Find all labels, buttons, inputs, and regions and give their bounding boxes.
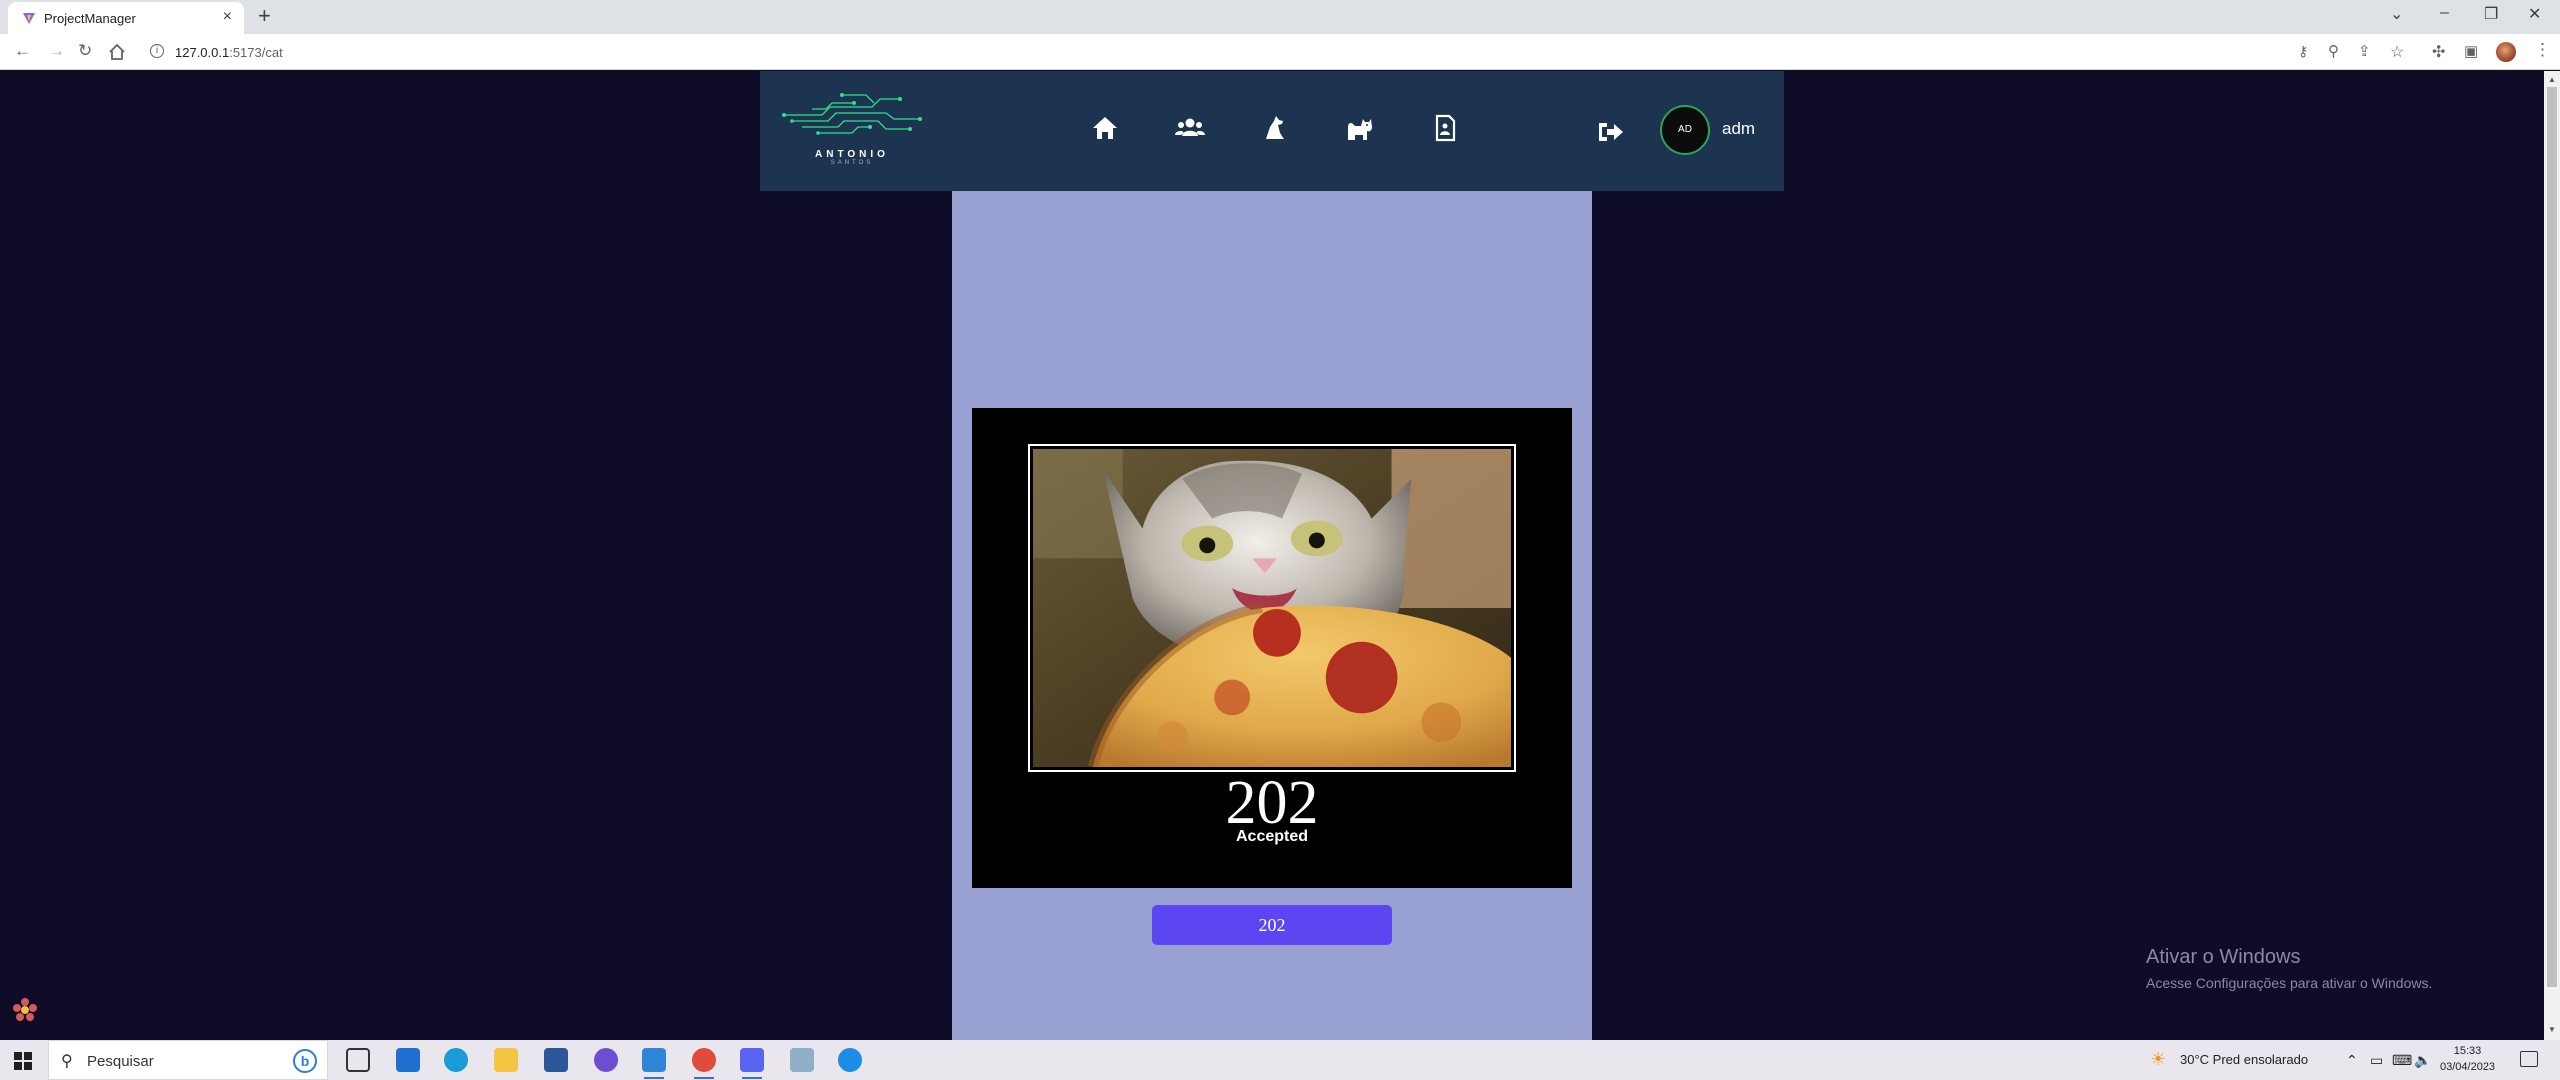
copilot-icon[interactable] [594,1048,618,1072]
side-panel-icon[interactable]: ▣ [2464,42,2478,60]
logout-icon[interactable] [1595,117,1625,147]
volume-icon[interactable]: 🔈 [2414,1052,2431,1069]
back-icon[interactable]: ← [14,41,31,61]
app-icon-2[interactable] [838,1048,862,1072]
clock-time: 15:33 [2453,1045,2482,1057]
app-icon[interactable] [790,1048,814,1072]
status-code-button[interactable]: 202 [1152,905,1392,945]
scroll-down-icon[interactable]: ▼ [2548,1025,2556,1034]
circuit-logo[interactable] [782,89,922,145]
nav-users-icon[interactable] [1175,113,1205,143]
nav-dog-icon[interactable] [1260,113,1290,143]
vscode-icon[interactable] [642,1048,666,1079]
page-scrollbar[interactable]: ▲ ▼ [2544,71,2560,1040]
react-devtools-icon[interactable] [12,997,38,1023]
weather-text[interactable]: 30°C Pred ensolarado [2180,1052,2308,1067]
bookmark-star-icon[interactable]: ☆ [2390,42,2404,62]
discord-icon[interactable] [740,1048,764,1079]
search-icon: ⚲ [61,1053,73,1070]
extensions-icon[interactable]: ✣ [2432,42,2445,62]
file-explorer-icon[interactable] [494,1048,518,1072]
close-window-button[interactable]: ✕ [2528,4,2541,24]
home-browser-icon[interactable] [108,43,126,61]
browser-menu-icon[interactable]: ⋮ [2534,40,2551,60]
windows-start-icon[interactable] [14,1052,32,1070]
store-icon[interactable] [544,1048,568,1072]
logo-text: ANTONIO [815,149,889,160]
site-info-icon[interactable]: i [150,44,164,58]
cat-image [1028,444,1516,772]
edge-icon[interactable] [444,1048,468,1072]
bing-icon[interactable]: b [293,1049,317,1073]
minimize-button[interactable]: – [2440,4,2449,22]
battery-icon[interactable]: ▭ [2370,1052,2383,1069]
network-icon[interactable]: ⌨ [2392,1052,2412,1069]
scroll-up-icon[interactable]: ▲ [2548,75,2556,84]
user-avatar[interactable]: AD [1660,105,1710,155]
content-panel: 202 Accepted 202 [952,191,1592,1040]
new-tab-button[interactable]: + [258,3,271,29]
weather-icon[interactable]: ☀ [2150,1049,2166,1070]
nav-report-icon[interactable] [1430,113,1460,143]
logo-subtext: SANTOS [830,160,874,166]
tab-title: ProjectManager [44,11,136,26]
taskbar-search[interactable]: ⚲ Pesquisar b [48,1040,328,1080]
browser-toolbar: ← → ↻ i 127.0.0.1:5173/cat ⚷ ⚲ ⇪ ☆ ✣ ▣ ⋮ [0,34,2560,70]
tab-close-icon[interactable]: × [223,8,232,26]
username-label: adm [1722,119,1756,138]
task-view-icon[interactable] [346,1048,370,1072]
nav-home-icon[interactable] [1090,113,1120,143]
vite-icon [23,13,35,24]
page: ANTONIO SANTOS AD adm 202 Accepted 202 A… [0,71,2560,1040]
navbar: ANTONIO SANTOS AD adm [760,71,1784,191]
browser-tab-bar: ProjectManager × + ⌄ – ❐ ✕ [0,0,2560,34]
clock[interactable]: 15:33 03/04/2023 [2440,1043,2495,1075]
address-bar[interactable]: 127.0.0.1:5173/cat [175,45,283,60]
scrollbar-thumb[interactable] [2547,87,2557,987]
http-cat-card: 202 Accepted [972,408,1572,888]
profile-avatar[interactable] [2496,42,2516,62]
forward-icon[interactable]: → [48,41,65,61]
url-path: :5173/cat [229,45,283,60]
windows-activation-watermark: Ativar o Windows Acesse Configurações pa… [2146,946,2432,991]
clock-date: 03/04/2023 [2440,1061,2496,1073]
search-placeholder: Pesquisar [87,1053,154,1070]
mail-icon[interactable] [396,1048,420,1072]
url-host: 127.0.0.1 [175,45,230,60]
watermark-title: Ativar o Windows [2146,946,2301,968]
watermark-subtitle: Acesse Configurações para ativar o Windo… [2146,975,2433,991]
restore-button[interactable]: ❐ [2484,4,2498,24]
share-icon[interactable]: ⇪ [2358,42,2371,60]
notification-icon[interactable] [2520,1051,2538,1067]
nav-cat-icon[interactable] [1345,113,1375,143]
key-icon[interactable]: ⚷ [2298,43,2308,60]
chrome-icon[interactable] [692,1048,716,1079]
status-text: Accepted [1235,828,1309,845]
cat-eating-pizza-image [1033,449,1511,767]
browser-tab[interactable]: ProjectManager × [8,2,244,34]
reload-icon[interactable]: ↻ [78,41,92,61]
tab-list-icon[interactable]: ⌄ [2390,4,2403,24]
zoom-icon[interactable]: ⚲ [2328,42,2339,60]
windows-taskbar: ⚲ Pesquisar b ☀ 30°C Pred ensolarado ⌃ ▭… [0,1040,2560,1080]
tray-chevron-icon[interactable]: ⌃ [2346,1052,2358,1069]
